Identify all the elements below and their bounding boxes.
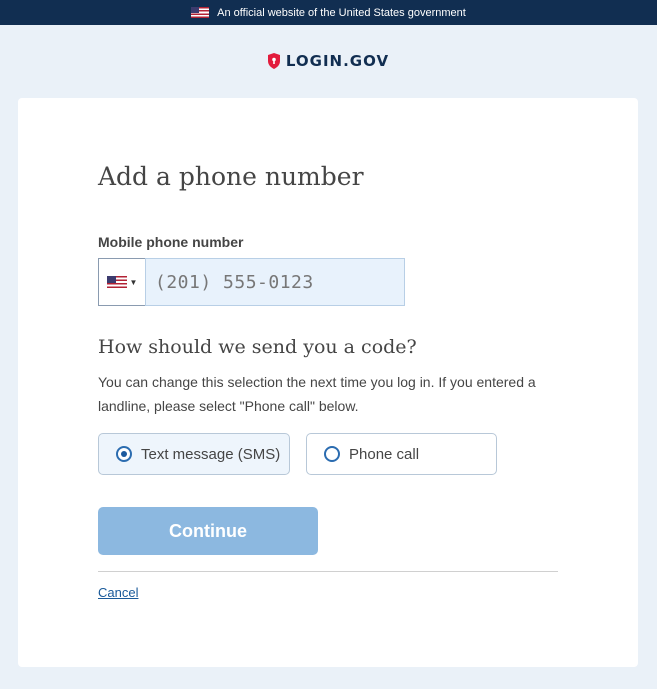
delivery-heading: How should we send you a code? — [98, 336, 417, 358]
divider — [98, 571, 558, 572]
radio-label: Phone call — [349, 445, 420, 463]
continue-button[interactable]: Continue — [98, 507, 318, 555]
logo-text: LOGIN.GOV — [285, 52, 390, 70]
login-gov-logo[interactable]: LOGIN.GOV — [0, 52, 657, 70]
radio-phone-call[interactable]: Phone call — [306, 433, 497, 475]
cancel-link[interactable]: Cancel — [98, 585, 138, 600]
page-title: Add a phone number — [98, 162, 364, 191]
radio-label: Text message (SMS) — [141, 445, 281, 463]
us-flag-icon — [106, 276, 127, 288]
radio-checked-icon — [116, 446, 132, 462]
phone-field-label: Mobile phone number — [98, 234, 244, 250]
gov-banner-text: An official website of the United States… — [217, 6, 466, 19]
phone-number-input[interactable] — [145, 258, 405, 306]
gov-banner: An official website of the United States… — [0, 0, 657, 25]
delivery-help-text: You can change this selection the next t… — [98, 374, 536, 414]
caret-down-icon: ▼ — [129, 277, 138, 287]
country-code-select[interactable]: ▼ — [98, 258, 145, 306]
radio-unchecked-icon — [324, 446, 340, 462]
shield-lock-icon — [267, 53, 280, 69]
phone-field: ▼ — [98, 258, 405, 306]
us-flag-icon — [191, 7, 210, 18]
radio-text-message[interactable]: Text message (SMS) — [98, 433, 290, 475]
